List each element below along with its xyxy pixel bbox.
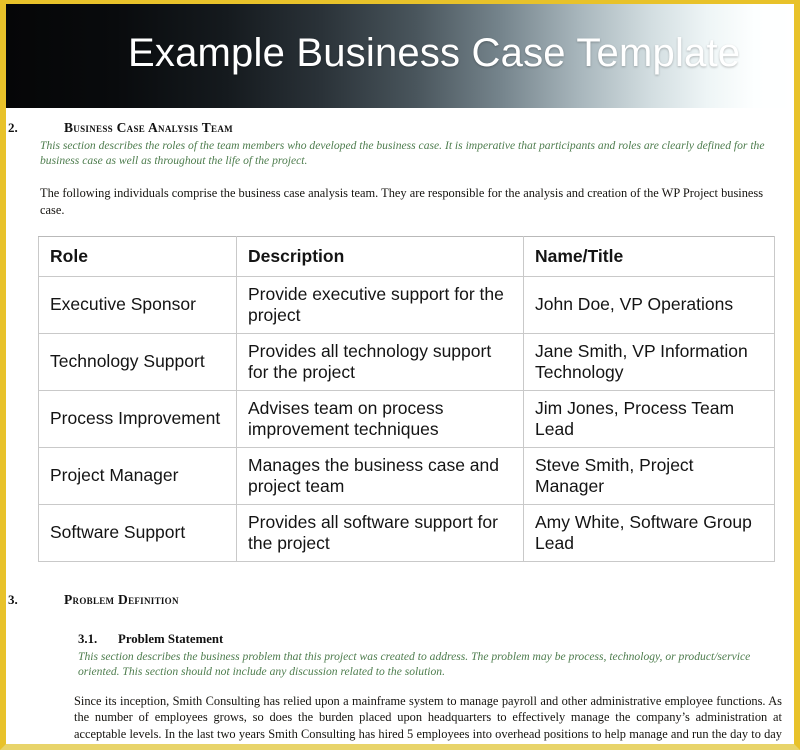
cell-role: Process Improvement [38,389,237,448]
section-2-instruction-note: This section describes the roles of the … [40,139,765,168]
section-3-heading: 3. Problem Definition [6,592,794,608]
document-page: Example Business Case Template 2. Busine… [0,0,800,750]
cell-name-title: Steve Smith, Project Manager [523,446,775,505]
section-3: 3. Problem Definition 3.1. Problem State… [6,592,794,744]
section-3-1-body-paragraph: Since its inception, Smith Consulting ha… [74,694,782,744]
column-header-description: Description [236,235,524,277]
page-title: Example Business Case Template [128,31,741,75]
section-3-1-title: Problem Statement [118,631,224,646]
cell-role: Technology Support [38,332,237,391]
title-banner: Example Business Case Template [6,4,794,108]
team-table-wrapper: Role Description Name/Title Executive Sp… [38,235,775,562]
cell-role: Executive Sponsor [38,275,237,334]
section-3-number: 3. [8,591,18,607]
cell-description: Provides all technology support for the … [236,332,524,391]
cell-name-title: John Doe, VP Operations [523,275,775,334]
table-row: Executive Sponsor Provide executive supp… [38,275,775,334]
cell-role: Software Support [38,503,237,562]
section-2-title: Business Case Analysis Team [64,120,233,135]
document-body: 2. Business Case Analysis Team This sect… [6,120,794,744]
table-header-row: Role Description Name/Title [38,235,775,277]
section-3-title: Problem Definition [64,591,179,607]
section-2-heading: 2. Business Case Analysis Team [6,120,794,136]
column-header-role: Role [38,235,237,277]
section-3-1-heading: 3.1. Problem Statement [78,632,794,647]
column-header-name-title: Name/Title [523,235,775,277]
cell-name-title: Amy White, Software Group Lead [523,503,775,562]
section-3-1-number: 3.1. [78,631,98,646]
section-2: 2. Business Case Analysis Team This sect… [6,120,794,218]
cell-description: Manages the business case and project te… [236,446,524,505]
section-3-1-instruction-note: This section describes the business prob… [78,649,751,678]
section-2-number: 2. [8,120,18,135]
cell-description: Advises team on process improvement tech… [236,389,524,448]
table-row: Technology Support Provides all technolo… [38,332,775,391]
cell-description: Provide executive support for the projec… [236,275,524,334]
table-row: Process Improvement Advises team on proc… [38,389,775,448]
cell-name-title: Jane Smith, VP Information Technology [523,332,775,391]
cell-name-title: Jim Jones, Process Team Lead [523,389,775,448]
table-row: Project Manager Manages the business cas… [38,446,775,505]
section-2-intro-paragraph: The following individuals comprise the b… [40,186,764,217]
cell-role: Project Manager [38,446,237,505]
table-row: Software Support Provides all software s… [38,503,775,562]
cell-description: Provides all software support for the pr… [236,503,524,562]
business-case-analysis-team-table: Role Description Name/Title Executive Sp… [38,235,775,562]
